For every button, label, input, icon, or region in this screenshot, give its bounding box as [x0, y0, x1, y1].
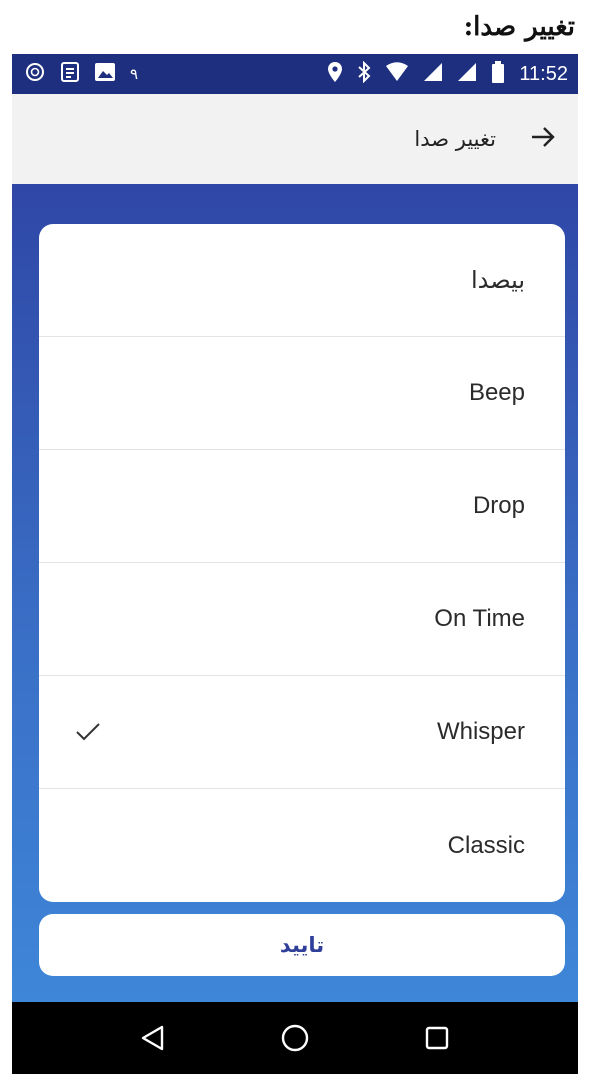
- sound-option-label: Classic: [447, 831, 525, 859]
- sound-option-label: Whisper: [436, 718, 525, 745]
- back-triangle-icon[interactable]: [133, 1018, 173, 1058]
- sound-option-whisper[interactable]: Whisper: [39, 676, 565, 789]
- status-bar-left: ٩: [24, 61, 138, 87]
- content-background: بیصدا Beep Drop On Time Whisper Classic …: [12, 184, 578, 1002]
- sound-option-silent[interactable]: بیصدا: [39, 224, 565, 337]
- image-icon: [94, 62, 116, 86]
- notification-count: ٩: [130, 65, 139, 83]
- sound-option-on-time[interactable]: On Time: [39, 563, 565, 676]
- sound-option-classic[interactable]: Classic: [39, 789, 565, 902]
- location-icon: [327, 61, 343, 87]
- page-caption: تغییر صدا:: [463, 12, 575, 42]
- sound-option-label: On Time: [434, 605, 525, 632]
- phone-screen: ٩ 11:52 تغییر صدا بیصدا Beep Drop On Tim…: [12, 54, 578, 1074]
- bluetooth-icon: [357, 60, 371, 87]
- status-bar-right: 11:52: [327, 60, 568, 87]
- sound-options-list: بیصدا Beep Drop On Time Whisper Classic: [39, 224, 565, 902]
- arrow-right-icon[interactable]: [530, 126, 556, 153]
- status-time: 11:52: [519, 62, 568, 85]
- navigation-bar: [12, 1002, 578, 1074]
- sound-option-label: Beep: [468, 379, 525, 406]
- battery-icon: [491, 61, 505, 87]
- confirm-button[interactable]: تایید: [39, 914, 565, 976]
- sound-option-drop[interactable]: Drop: [39, 450, 565, 563]
- sound-option-label: بیصدا: [471, 266, 525, 294]
- checkmark-icon: [75, 722, 101, 742]
- recents-square-icon[interactable]: [417, 1018, 457, 1058]
- sound-option-beep[interactable]: Beep: [39, 337, 565, 450]
- home-circle-icon[interactable]: [275, 1018, 315, 1058]
- document-icon: [60, 61, 80, 87]
- wifi-icon: [385, 62, 409, 86]
- signal-icon-2: [457, 62, 477, 86]
- app-bar-title: تغییر صدا: [414, 127, 496, 151]
- status-bar: ٩ 11:52: [12, 54, 578, 94]
- sync-icon: [24, 61, 46, 87]
- signal-icon: [423, 62, 443, 86]
- app-bar: تغییر صدا: [12, 94, 578, 184]
- sound-option-label: Drop: [472, 492, 525, 519]
